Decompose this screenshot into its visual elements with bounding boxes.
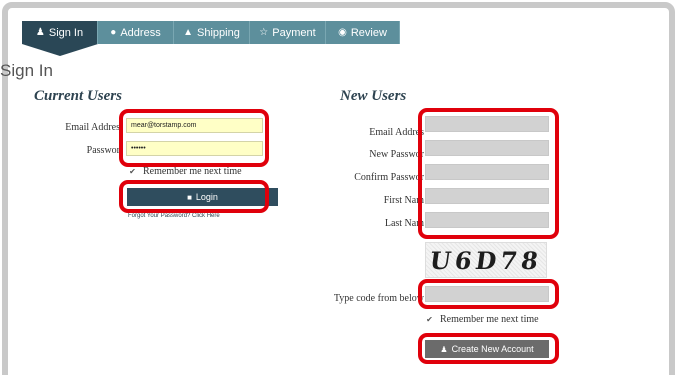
page-title: Sign In (0, 61, 53, 80)
captcha-code-label: Type code from below (333, 293, 424, 304)
tab-review[interactable]: ◉ Review (326, 21, 400, 44)
email-label: Email Addres (65, 122, 120, 133)
tab-sign-in[interactable]: ♟ Sign In (22, 21, 98, 56)
highlight-box-registration-fields (418, 108, 559, 239)
last-name-label: Last Nam (384, 218, 424, 229)
checkbox-checked-icon[interactable]: ✔ (128, 167, 137, 176)
new-password-label: New Passwor (369, 149, 424, 160)
tab-shipping[interactable]: ▲ Shipping (174, 21, 250, 44)
forgot-password-link[interactable]: Forgot Your Password? Click Here (128, 213, 220, 219)
remember-me-new[interactable]: ✔ Remember me next time (425, 314, 539, 325)
map-pin-icon: ● (110, 26, 117, 38)
highlight-box-captcha-field (418, 279, 559, 309)
checkbox-checked-icon[interactable]: ✔ (425, 315, 434, 324)
star-icon: ☆ (259, 26, 269, 38)
captcha-text: U6D78 (428, 245, 544, 275)
user-icon: ♟ (35, 26, 45, 38)
tab-address[interactable]: ● Address (98, 21, 174, 44)
tab-label: Shipping (197, 26, 240, 39)
first-name-label: First Nam (383, 195, 424, 206)
tab-label: Payment (272, 26, 316, 39)
eye-icon: ◉ (338, 26, 347, 38)
tab-label: Address (120, 26, 161, 39)
highlight-box-login-fields (119, 109, 269, 167)
tab-payment[interactable]: ☆ Payment (250, 21, 326, 44)
highlight-box-login-button (119, 180, 269, 213)
captcha-image: U6D78 (425, 242, 547, 278)
password-label: Passwor (86, 145, 120, 156)
checkout-tabs: ♟ Sign In ● Address ▲ Shipping ☆ Payment… (22, 21, 400, 56)
remember-label: Remember me next time (143, 166, 242, 177)
confirm-password-label: Confirm Passwor (354, 172, 424, 183)
new-users-title: New Users (340, 88, 407, 104)
truck-icon: ▲ (183, 26, 194, 38)
tab-label: Review (350, 26, 387, 39)
highlight-box-create-button (418, 333, 559, 364)
remember-me-current[interactable]: ✔ Remember me next time (128, 166, 242, 177)
tab-label: Sign In (48, 26, 84, 39)
new-email-label: Email Addres (369, 127, 424, 138)
page-frame (2, 2, 675, 375)
remember-label: Remember me next time (440, 314, 539, 325)
current-users-title: Current Users (34, 88, 122, 104)
